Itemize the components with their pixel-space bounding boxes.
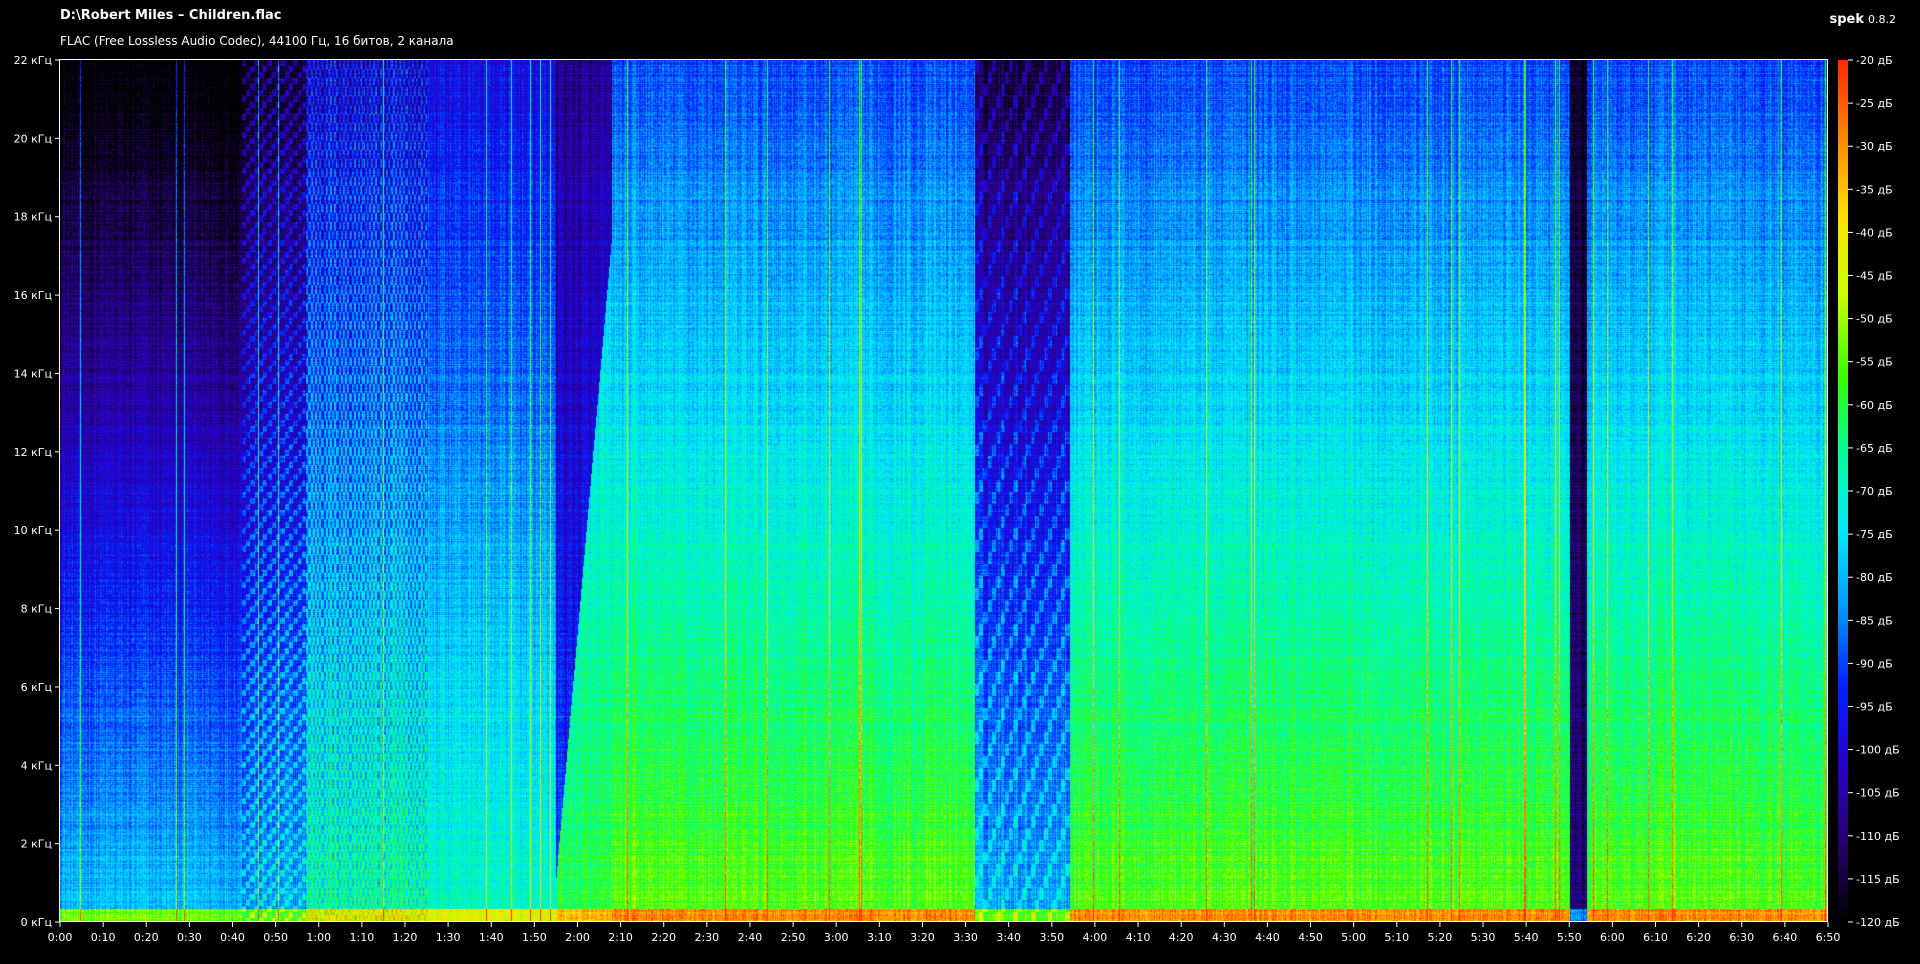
time-tick-label: 1:20 bbox=[393, 931, 418, 944]
freq-tick-label: 16 кГц bbox=[14, 289, 52, 302]
time-tick-label: 3:40 bbox=[996, 931, 1021, 944]
time-tick-label: 4:10 bbox=[1126, 931, 1151, 944]
axes-overlay: 0 кГц 2 кГц 4 кГц 6 кГц 8 кГц 10 кГц 12 кГц 14 … bbox=[14, 54, 1900, 944]
db-tick-label: -65 дБ bbox=[1856, 442, 1893, 455]
time-tick-label: 0:30 bbox=[177, 931, 202, 944]
spek-window: D:\Robert Miles – Children.flac FLAC (Fr… bbox=[0, 0, 1920, 964]
time-tick-label: 6:00 bbox=[1600, 931, 1625, 944]
time-tick-label: 6:40 bbox=[1773, 931, 1798, 944]
time-tick-label: 3:20 bbox=[910, 931, 935, 944]
time-tick-label: 5:20 bbox=[1428, 931, 1453, 944]
freq-tick-label: 10 кГц bbox=[14, 524, 52, 537]
db-tick-label: -70 дБ bbox=[1856, 485, 1893, 498]
time-tick-label: 2:40 bbox=[738, 931, 763, 944]
time-tick-label: 4:50 bbox=[1298, 931, 1323, 944]
db-tick-label: -105 дБ bbox=[1856, 787, 1900, 800]
time-tick-label: 3:00 bbox=[824, 931, 849, 944]
time-tick-label: 4:30 bbox=[1212, 931, 1237, 944]
db-tick-label: -90 дБ bbox=[1856, 657, 1893, 670]
db-tick-label: -120 дБ bbox=[1856, 916, 1900, 929]
time-tick-label: 4:20 bbox=[1169, 931, 1194, 944]
db-tick-label: -60 дБ bbox=[1856, 399, 1893, 412]
time-axis: 0:00 0:10 0:20 0:30 0:40 0:50 1:00 1:10 1:20 1:30… bbox=[48, 922, 1841, 944]
db-tick-label: -115 дБ bbox=[1856, 873, 1900, 886]
time-tick-label: 0:10 bbox=[91, 931, 116, 944]
db-tick-label: -35 дБ bbox=[1856, 183, 1893, 196]
time-tick-label: 5:30 bbox=[1471, 931, 1496, 944]
time-tick-label: 1:30 bbox=[436, 931, 461, 944]
time-tick-label: 0:20 bbox=[134, 931, 159, 944]
time-tick-label: 3:50 bbox=[1039, 931, 1064, 944]
freq-tick-label: 12 кГц bbox=[14, 446, 52, 459]
freq-tick-label: 8 кГц bbox=[21, 603, 52, 616]
time-tick-label: 5:40 bbox=[1514, 931, 1539, 944]
time-tick-label: 2:20 bbox=[651, 931, 676, 944]
db-tick-label: -100 дБ bbox=[1856, 744, 1900, 757]
time-tick-label: 6:50 bbox=[1816, 931, 1841, 944]
time-tick-label: 1:50 bbox=[522, 931, 547, 944]
freq-tick-label: 4 кГц bbox=[21, 759, 52, 772]
db-tick-label: -95 дБ bbox=[1856, 701, 1893, 714]
time-tick-label: 3:30 bbox=[953, 931, 978, 944]
freq-tick-label: 2 кГц bbox=[21, 838, 52, 851]
db-tick-label: -85 дБ bbox=[1856, 614, 1893, 627]
time-tick-label: 6:30 bbox=[1729, 931, 1754, 944]
time-tick-label: 1:40 bbox=[479, 931, 504, 944]
time-tick-label: 1:00 bbox=[306, 931, 331, 944]
time-tick-label: 5:50 bbox=[1557, 931, 1582, 944]
time-tick-label: 1:10 bbox=[350, 931, 375, 944]
time-tick-label: 4:00 bbox=[1083, 931, 1108, 944]
time-tick-label: 3:10 bbox=[867, 931, 892, 944]
db-tick-label: -25 дБ bbox=[1856, 97, 1893, 110]
time-tick-label: 2:00 bbox=[565, 931, 590, 944]
time-tick-label: 0:00 bbox=[48, 931, 73, 944]
db-tick-label: -80 дБ bbox=[1856, 571, 1893, 584]
freq-tick-label: 14 кГц bbox=[14, 367, 52, 380]
time-tick-label: 5:10 bbox=[1384, 931, 1409, 944]
time-tick-label: 6:20 bbox=[1686, 931, 1711, 944]
time-tick-label: 0:50 bbox=[263, 931, 288, 944]
db-tick-label: -20 дБ bbox=[1856, 54, 1893, 67]
time-tick-label: 5:00 bbox=[1341, 931, 1366, 944]
db-tick-label: -40 дБ bbox=[1856, 226, 1893, 239]
freq-tick-label: 22 кГц bbox=[14, 54, 52, 67]
time-tick-label: 6:10 bbox=[1643, 931, 1668, 944]
db-tick-label: -55 дБ bbox=[1856, 356, 1893, 369]
time-tick-label: 2:50 bbox=[781, 931, 806, 944]
frequency-axis: 0 кГц 2 кГц 4 кГц 6 кГц 8 кГц 10 кГц 12 кГц 14 … bbox=[14, 54, 60, 929]
time-tick-label: 2:10 bbox=[608, 931, 633, 944]
db-axis: -20 дБ -25 дБ -30 дБ -35 дБ -40 дБ -45 дБ -50 … bbox=[1848, 54, 1900, 929]
db-tick-label: -30 дБ bbox=[1856, 140, 1893, 153]
db-tick-label: -45 дБ bbox=[1856, 270, 1893, 283]
db-tick-label: -50 дБ bbox=[1856, 313, 1893, 326]
freq-tick-label: 0 кГц bbox=[21, 916, 52, 929]
freq-tick-label: 6 кГц bbox=[21, 681, 52, 694]
db-tick-label: -75 дБ bbox=[1856, 528, 1893, 541]
time-tick-label: 2:30 bbox=[694, 931, 719, 944]
db-tick-label: -110 дБ bbox=[1856, 830, 1900, 843]
time-tick-label: 0:40 bbox=[220, 931, 245, 944]
freq-tick-label: 20 кГц bbox=[14, 132, 52, 145]
time-tick-label: 4:40 bbox=[1255, 931, 1280, 944]
freq-tick-label: 18 кГц bbox=[14, 211, 52, 224]
